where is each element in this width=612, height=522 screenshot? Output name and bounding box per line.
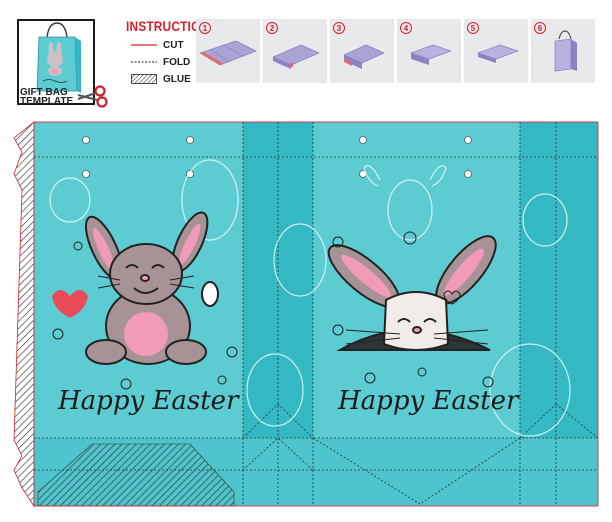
happy-easter-text-right: Happy Easter — [338, 386, 519, 416]
side-glue-flap — [13, 121, 35, 508]
gift-bag-die-cut-template — [13, 121, 599, 508]
happy-easter-text-left: Happy Easter — [58, 386, 239, 416]
